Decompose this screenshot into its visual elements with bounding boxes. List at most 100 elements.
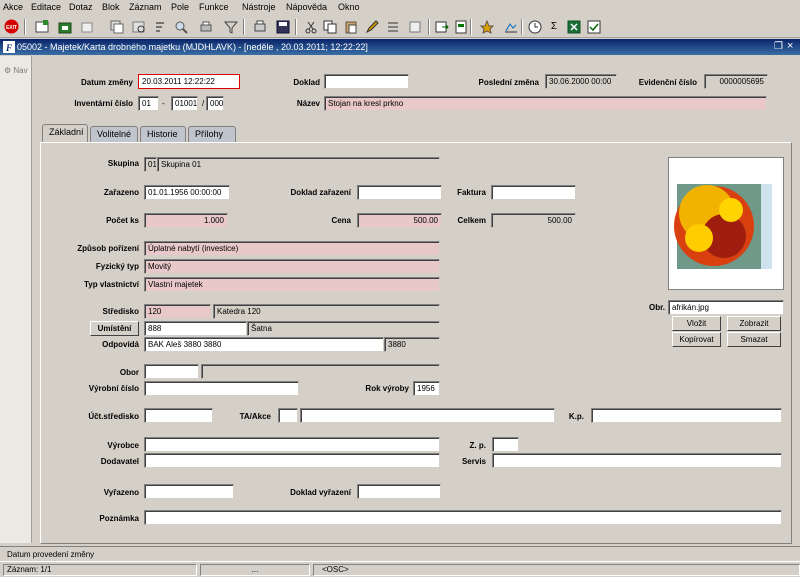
export-icon[interactable] [434, 19, 450, 34]
cut-icon[interactable] [303, 19, 319, 34]
hint-bar: Datum provedení změny [0, 546, 800, 561]
menu-editace[interactable]: Editace [31, 2, 61, 12]
obor-label: Obor [119, 368, 139, 377]
zobrazit-button[interactable]: Zobrazit [727, 316, 781, 331]
menu-zaznam[interactable]: Záznam [129, 2, 162, 12]
doklad-zarazeni-field[interactable] [357, 185, 442, 200]
rok-vyroby-label: Rok výroby [365, 384, 409, 393]
datum-zmeny-label: Datum změny [80, 78, 133, 87]
inv-slash: / [202, 99, 205, 108]
datum-zmeny-field[interactable]: 20.03.2011 12:22:22 [138, 74, 240, 89]
attach-icon[interactable] [453, 19, 469, 34]
servis-field[interactable] [492, 453, 782, 468]
stredisko-code-field[interactable]: 120 [144, 304, 211, 319]
doklad-label: Doklad [293, 78, 320, 87]
poznamka-field[interactable] [144, 510, 782, 525]
tab-historie[interactable]: Historie [140, 126, 186, 142]
pin-icon[interactable] [479, 19, 495, 34]
window-title-bar: F 05002 - Majetek/Karta drobného majetku… [0, 39, 800, 55]
cena-field[interactable]: 500.00 [357, 213, 442, 228]
umisteni-button[interactable]: Umístění [90, 321, 139, 336]
inv-part3-field[interactable]: 000 [206, 96, 224, 111]
sum-icon[interactable]: Σ [546, 19, 562, 34]
tab-prilohy[interactable]: Přílohy [188, 126, 236, 142]
nav-button[interactable]: ⚙ Nav [4, 66, 28, 75]
umisteni-code-field[interactable]: 888 [144, 321, 247, 336]
copy-record-icon[interactable] [109, 19, 125, 34]
zarazeno-field[interactable]: 01.01.1956 00:00:00 [144, 185, 230, 200]
posledni-zmena-label: Poslední změna [478, 78, 539, 87]
typ-vlastnictvi-field[interactable]: Vlastní majetek [144, 277, 440, 292]
clear-icon[interactable] [407, 19, 423, 34]
evidencni-cislo-field: 0000005695 [704, 74, 768, 89]
zpusob-porizeni-field[interactable]: Úplatné nabytí (investice) [144, 241, 440, 256]
ta-akce-name-field[interactable] [300, 408, 555, 423]
uct-stredisko-field[interactable] [144, 408, 213, 423]
zp-field[interactable] [492, 437, 519, 452]
dodavatel-field[interactable] [144, 453, 440, 468]
menu-nastroje[interactable]: Nástroje [242, 2, 276, 12]
sort-icon[interactable] [152, 19, 168, 34]
check-icon[interactable] [586, 19, 602, 34]
print-preview-icon[interactable] [252, 19, 268, 34]
close-icon[interactable]: × [787, 40, 793, 52]
copy-icon[interactable] [322, 19, 338, 34]
menu-napoveda[interactable]: Nápověda [286, 2, 327, 12]
doklad-vyrazeni-field[interactable] [357, 484, 441, 499]
menu-pole[interactable]: Pole [171, 2, 189, 12]
menu-blok[interactable]: Blok [102, 2, 120, 12]
new-record-icon[interactable] [34, 19, 50, 34]
odpovida-code-field: 3880 [384, 337, 440, 352]
zarazeno-label: Zařazeno [103, 188, 139, 197]
menu-okno[interactable]: Okno [338, 2, 360, 12]
exit-icon[interactable]: EXIT [3, 19, 19, 34]
paste-icon[interactable] [343, 19, 359, 34]
save-icon[interactable] [275, 19, 291, 34]
ta-akce-code-field[interactable] [278, 408, 298, 423]
filter-icon[interactable] [223, 19, 239, 34]
odpovida-field[interactable]: BAK Aleš 3880 3880 [144, 337, 384, 352]
delete-icon[interactable] [79, 19, 95, 34]
tab-volitelne[interactable]: Volitelné [90, 126, 138, 142]
menu-akce[interactable]: Akce [3, 2, 23, 12]
edit-icon[interactable] [364, 19, 380, 34]
rok-vyroby-field[interactable]: 1956 [413, 381, 440, 396]
vlozit-button[interactable]: Vložit [672, 316, 721, 331]
umisteni-name-field: Šatna [247, 321, 440, 336]
query-icon[interactable] [131, 19, 147, 34]
zoom-icon[interactable] [173, 19, 189, 34]
faktura-field[interactable] [491, 185, 576, 200]
vyrazeno-field[interactable] [144, 484, 234, 499]
flower-photo [674, 184, 772, 269]
doklad-field[interactable] [324, 74, 409, 89]
tab-zakladni[interactable]: Základní [42, 124, 88, 142]
pocet-ks-field[interactable]: 1.000 [144, 213, 228, 228]
menu-dotaz[interactable]: Dotaz [69, 2, 93, 12]
clock-icon[interactable] [527, 19, 543, 34]
obr-field[interactable]: afrikán.jpg [668, 300, 784, 315]
obor-code-field[interactable] [144, 364, 199, 379]
smazat-button[interactable]: Smazat [727, 332, 781, 347]
inv-part1-field[interactable]: 01 [138, 96, 159, 111]
list-icon[interactable] [385, 19, 401, 34]
vyrobni-cislo-field[interactable] [144, 381, 299, 396]
insert-icon[interactable] [57, 19, 73, 34]
kp-field[interactable] [591, 408, 782, 423]
left-nav-panel: ⚙ Nav [0, 56, 32, 543]
restore-icon[interactable]: ❐ [774, 41, 783, 52]
skupina-code-field[interactable]: 01 [144, 157, 157, 172]
nazev-label: Název [296, 99, 320, 108]
inv-part2-field[interactable]: 01001 [171, 96, 198, 111]
kopirovat-button[interactable]: Kopírovat [672, 332, 721, 347]
excel-icon[interactable] [566, 19, 582, 34]
pocet-ks-label: Počet ks [106, 216, 139, 225]
print-icon[interactable] [198, 19, 214, 34]
poznamka-label: Poznámka [99, 514, 139, 523]
vyrobce-field[interactable] [144, 437, 440, 452]
fyzicky-typ-field[interactable]: Movitý [144, 259, 440, 274]
svg-text:F: F [5, 43, 12, 53]
menu-funkce[interactable]: Funkce [199, 2, 229, 12]
faktura-label: Faktura [457, 188, 486, 197]
nazev-field[interactable]: Stojan na kresl prkno [324, 96, 767, 111]
chart-icon[interactable] [503, 19, 519, 34]
